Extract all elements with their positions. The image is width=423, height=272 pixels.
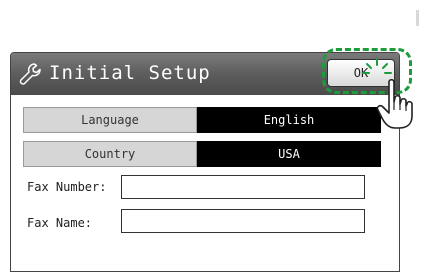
fax-name-label: Fax Name:	[27, 216, 93, 230]
country-value[interactable]: USA	[197, 141, 381, 167]
fax-number-label: Fax Number:	[27, 180, 107, 194]
dialog-title: Initial Setup	[49, 62, 211, 84]
edge-divider	[416, 10, 419, 26]
language-value[interactable]: English	[197, 107, 381, 133]
country-label[interactable]: Country	[23, 141, 197, 167]
fax-name-field[interactable]	[121, 209, 365, 233]
language-label[interactable]: Language	[23, 107, 197, 133]
tap-sparkle-icon	[362, 58, 392, 74]
fax-number-field[interactable]	[121, 175, 365, 199]
hand-pointer-icon	[376, 78, 413, 129]
wrench-icon	[19, 63, 41, 85]
